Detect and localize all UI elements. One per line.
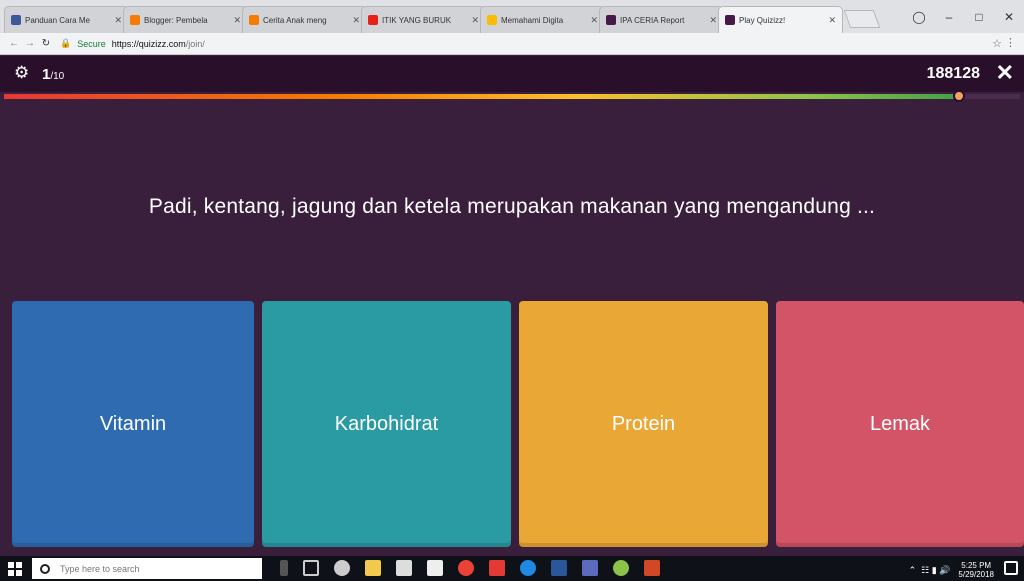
- chrome-icon[interactable]: [458, 560, 474, 576]
- browser-tab[interactable]: Cerita Anak meng ✕: [242, 6, 367, 33]
- answer-option-3[interactable]: Protein: [519, 301, 768, 547]
- task-view-icon[interactable]: [303, 560, 319, 576]
- question-counter: 1/10: [42, 66, 64, 83]
- new-tab-button[interactable]: [843, 10, 881, 28]
- system-tray: ⌃ ☷ ▮ 🔊 5:25 PM 5/29/2018: [909, 561, 994, 579]
- tab-close-icon[interactable]: ✕: [828, 15, 836, 26]
- mail-icon[interactable]: [427, 560, 443, 576]
- taskbar: Type here to search ⌃ ☷ ▮ 🔊 5:25 PM 5/29…: [0, 556, 1024, 581]
- url-host: https://quizizz.com: [111, 38, 186, 49]
- question-total: /10: [50, 71, 65, 82]
- close-window-button[interactable]: ✕: [994, 10, 1024, 24]
- tab-list: Panduan Cara Me ✕ Blogger: Pembela ✕ Cerita …: [4, 6, 881, 33]
- browser-tab[interactable]: IPA CERIA Report ✕: [599, 6, 724, 33]
- powerpoint-icon[interactable]: [644, 560, 660, 576]
- browser-tab[interactable]: Memahami Digita ✕: [480, 6, 605, 33]
- secure-lock-icon: 🔒: [60, 38, 72, 48]
- tab-close-icon[interactable]: ✕: [590, 15, 598, 26]
- taskbar-apps: [280, 560, 675, 576]
- windows-start-icon[interactable]: [8, 562, 22, 576]
- browser-tab[interactable]: Play Quizizz! ✕: [718, 6, 843, 33]
- clock[interactable]: 5:25 PM 5/29/2018: [958, 561, 994, 579]
- browser-tab-strip: Panduan Cara Me ✕ Blogger: Pembela ✕ Cerita …: [0, 0, 1024, 33]
- cortana-icon: [40, 563, 50, 574]
- settings-icon[interactable]: [334, 560, 350, 576]
- volume-icon[interactable]: 🔊: [939, 565, 950, 576]
- quizizz-icon: [725, 15, 735, 25]
- word-icon[interactable]: [551, 560, 567, 576]
- tab-close-icon[interactable]: ✕: [114, 15, 122, 26]
- battery-icon[interactable]: ▮: [932, 565, 937, 576]
- browser-tab[interactable]: ITIK YANG BURUK ✕: [361, 6, 486, 33]
- answer-options: Vitamin Karbohidrat Protein Lemak: [12, 301, 1024, 547]
- tab-title: Blogger: Pembela: [144, 15, 208, 25]
- forward-icon[interactable]: →: [22, 38, 38, 49]
- tray-chevron-icon[interactable]: ⌃: [909, 565, 917, 576]
- network-icon[interactable]: ☷: [921, 565, 929, 576]
- tab-title: ITIK YANG BURUK: [382, 15, 452, 25]
- score: 188128: [926, 65, 980, 82]
- app-icon[interactable]: [582, 560, 598, 576]
- quizizz-icon: [606, 15, 616, 25]
- edge-icon[interactable]: [520, 560, 536, 576]
- blog-icon: [11, 15, 21, 25]
- tab-title: Play Quizizz!: [739, 15, 786, 25]
- file-explorer-icon[interactable]: [365, 560, 381, 576]
- taskbar-search[interactable]: Type here to search: [32, 558, 262, 579]
- address-bar: ← → ↻ 🔒 Secure https://quizizz.com/join/…: [0, 33, 1024, 55]
- url-field[interactable]: https://quizizz.com/join/: [112, 39, 205, 49]
- store-icon[interactable]: [396, 560, 412, 576]
- search-placeholder: Type here to search: [60, 563, 140, 574]
- answer-option-4[interactable]: Lemak: [776, 301, 1024, 547]
- maximize-button[interactable]: □: [964, 10, 994, 24]
- microphone-icon[interactable]: [280, 560, 288, 576]
- settings-gear-icon[interactable]: ⚙: [14, 64, 32, 82]
- tab-close-icon[interactable]: ✕: [352, 15, 360, 26]
- tab-title: Panduan Cara Me: [25, 15, 90, 25]
- close-quiz-icon[interactable]: ✕: [996, 62, 1014, 84]
- url-path: /join/: [185, 38, 205, 49]
- tab-close-icon[interactable]: ✕: [709, 15, 717, 26]
- timer-bar: [4, 90, 1020, 102]
- question-text: Padi, kentang, jagung dan ketela merupak…: [148, 195, 876, 218]
- blogger-icon: [130, 15, 140, 25]
- window-controls: ◯ – □ ✕: [904, 0, 1024, 33]
- blogger-icon: [249, 15, 259, 25]
- browser-tab[interactable]: Panduan Cara Me ✕: [4, 6, 129, 33]
- browser-tab[interactable]: Blogger: Pembela ✕: [123, 6, 248, 33]
- minimize-button[interactable]: –: [934, 10, 964, 24]
- bookmark-star-icon[interactable]: ☆: [992, 37, 1002, 50]
- clock-time: 5:25 PM: [961, 561, 992, 570]
- tab-title: Cerita Anak meng: [263, 15, 327, 25]
- tab-title: IPA CERIA Report: [620, 15, 685, 25]
- quiz-header: ⚙ 1/10 188128 ✕: [0, 56, 1024, 92]
- timer-knob: [953, 90, 966, 102]
- drive-icon: [487, 15, 497, 25]
- youtube-icon: [368, 15, 378, 25]
- reload-icon[interactable]: ↻: [38, 38, 54, 49]
- account-icon[interactable]: ◯: [904, 10, 934, 24]
- timer-fill: [4, 94, 960, 99]
- tab-close-icon[interactable]: ✕: [471, 15, 479, 26]
- answer-option-1[interactable]: Vitamin: [12, 301, 254, 547]
- tab-title: Memahami Digita: [501, 15, 564, 25]
- quizizz-app-icon[interactable]: [489, 560, 505, 576]
- paint-icon[interactable]: [613, 560, 629, 576]
- answer-option-2[interactable]: Karbohidrat: [262, 301, 511, 547]
- tab-close-icon[interactable]: ✕: [233, 15, 241, 26]
- back-icon[interactable]: ←: [6, 38, 22, 49]
- browser-menu-icon[interactable]: ⋮: [1005, 36, 1016, 49]
- secure-label: Secure: [77, 38, 106, 49]
- notification-icon[interactable]: [1004, 561, 1018, 575]
- clock-date: 5/29/2018: [958, 570, 994, 579]
